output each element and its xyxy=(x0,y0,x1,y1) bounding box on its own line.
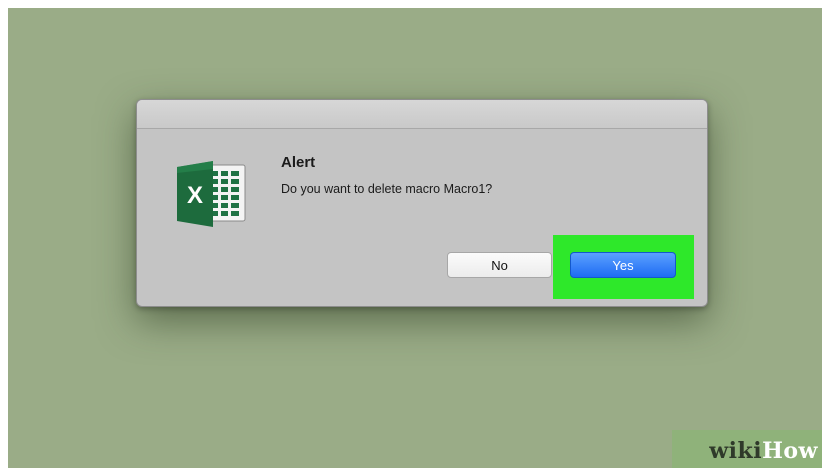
excel-icon: X xyxy=(177,161,246,227)
no-button[interactable]: No xyxy=(447,252,552,278)
wikihow-watermark: wikiHow xyxy=(672,430,822,468)
svg-text:X: X xyxy=(187,182,203,209)
dialog-title: Alert xyxy=(281,154,316,171)
alert-dialog: X Alert Do you want to delete macro Macr… xyxy=(136,99,708,307)
wikihow-logo: wikiHow xyxy=(709,438,818,464)
dialog-message: Do you want to delete macro Macro1? xyxy=(281,182,493,196)
desktop-backdrop: X Alert Do you want to delete macro Macr… xyxy=(8,8,822,468)
yes-button[interactable]: Yes xyxy=(570,252,676,278)
dialog-titlebar xyxy=(137,100,707,129)
